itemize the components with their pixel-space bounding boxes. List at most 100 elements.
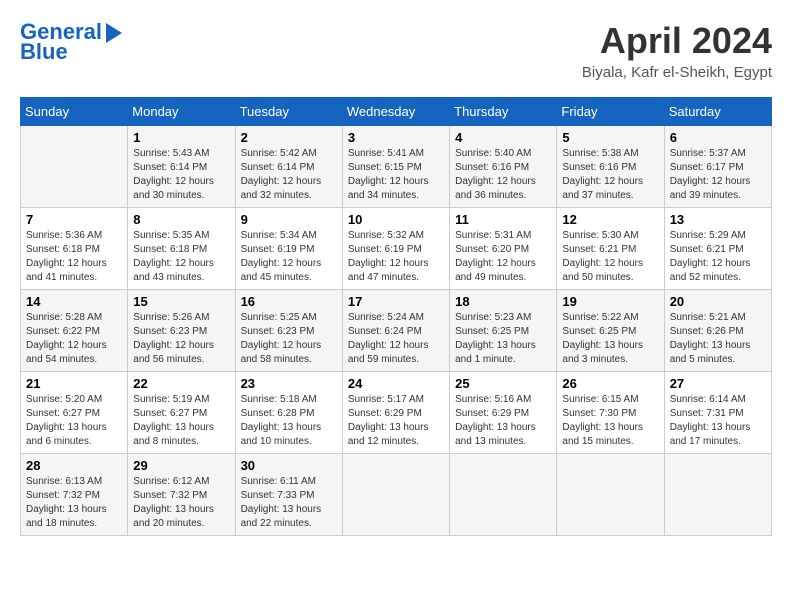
day-number: 1 (133, 130, 229, 145)
calendar-cell: 11 Sunrise: 5:31 AM Sunset: 6:20 PM Dayli… (450, 208, 557, 290)
day-number: 18 (455, 294, 551, 309)
cell-info: Sunrise: 5:26 AM Sunset: 6:23 PM Dayligh… (133, 311, 229, 367)
day-number: 16 (241, 294, 337, 309)
cell-info: Sunrise: 6:15 AM Sunset: 7:30 PM Dayligh… (562, 393, 658, 449)
col-header-friday: Friday (557, 98, 664, 126)
cell-info: Sunrise: 5:37 AM Sunset: 6:17 PM Dayligh… (670, 147, 766, 203)
day-number: 19 (562, 294, 658, 309)
cell-info: Sunrise: 5:40 AM Sunset: 6:16 PM Dayligh… (455, 147, 551, 203)
cell-info: Sunrise: 5:28 AM Sunset: 6:22 PM Dayligh… (26, 311, 122, 367)
logo-text-blue: Blue (20, 40, 68, 64)
day-number: 21 (26, 376, 122, 391)
calendar-table: SundayMondayTuesdayWednesdayThursdayFrid… (20, 97, 772, 536)
calendar-cell: 26 Sunrise: 6:15 AM Sunset: 7:30 PM Dayli… (557, 372, 664, 454)
cell-info: Sunrise: 6:12 AM Sunset: 7:32 PM Dayligh… (133, 475, 229, 531)
cell-info: Sunrise: 6:13 AM Sunset: 7:32 PM Dayligh… (26, 475, 122, 531)
day-number: 17 (348, 294, 444, 309)
calendar-header-row: SundayMondayTuesdayWednesdayThursdayFrid… (21, 98, 772, 126)
cell-info: Sunrise: 5:36 AM Sunset: 6:18 PM Dayligh… (26, 229, 122, 285)
calendar-cell: 12 Sunrise: 5:30 AM Sunset: 6:21 PM Dayli… (557, 208, 664, 290)
col-header-thursday: Thursday (450, 98, 557, 126)
day-number: 30 (241, 458, 337, 473)
day-number: 22 (133, 376, 229, 391)
cell-info: Sunrise: 5:32 AM Sunset: 6:19 PM Dayligh… (348, 229, 444, 285)
calendar-cell: 3 Sunrise: 5:41 AM Sunset: 6:15 PM Daylig… (342, 126, 449, 208)
calendar-cell: 28 Sunrise: 6:13 AM Sunset: 7:32 PM Dayli… (21, 454, 128, 536)
page-header: General Blue April 2024 Biyala, Kafr el-… (20, 20, 772, 81)
day-number: 6 (670, 130, 766, 145)
cell-info: Sunrise: 5:25 AM Sunset: 6:23 PM Dayligh… (241, 311, 337, 367)
calendar-cell: 21 Sunrise: 5:20 AM Sunset: 6:27 PM Dayli… (21, 372, 128, 454)
col-header-tuesday: Tuesday (235, 98, 342, 126)
day-number: 23 (241, 376, 337, 391)
calendar-cell: 8 Sunrise: 5:35 AM Sunset: 6:18 PM Daylig… (128, 208, 235, 290)
calendar-cell: 30 Sunrise: 6:11 AM Sunset: 7:33 PM Dayli… (235, 454, 342, 536)
col-header-monday: Monday (128, 98, 235, 126)
calendar-cell: 9 Sunrise: 5:34 AM Sunset: 6:19 PM Daylig… (235, 208, 342, 290)
day-number: 9 (241, 212, 337, 227)
calendar-cell (342, 454, 449, 536)
calendar-cell (664, 454, 771, 536)
calendar-cell: 24Sunrise: 5:17 AM Sunset: 6:29 PM Dayli… (342, 372, 449, 454)
location-subtitle: Biyala, Kafr el-Sheikh, Egypt (582, 64, 772, 81)
col-header-wednesday: Wednesday (342, 98, 449, 126)
calendar-cell: 14 Sunrise: 5:28 AM Sunset: 6:22 PM Dayli… (21, 290, 128, 372)
cell-info: Sunrise: 5:16 AM Sunset: 6:29 PM Dayligh… (455, 393, 551, 449)
calendar-cell: 10Sunrise: 5:32 AM Sunset: 6:19 PM Dayli… (342, 208, 449, 290)
day-number: 20 (670, 294, 766, 309)
cell-info: Sunrise: 6:14 AM Sunset: 7:31 PM Dayligh… (670, 393, 766, 449)
calendar-cell: 15Sunrise: 5:26 AM Sunset: 6:23 PM Dayli… (128, 290, 235, 372)
title-block: April 2024 Biyala, Kafr el-Sheikh, Egypt (582, 20, 772, 81)
day-number: 24 (348, 376, 444, 391)
calendar-week-row: 28 Sunrise: 6:13 AM Sunset: 7:32 PM Dayli… (21, 454, 772, 536)
calendar-week-row: 21 Sunrise: 5:20 AM Sunset: 6:27 PM Dayli… (21, 372, 772, 454)
day-number: 13 (670, 212, 766, 227)
cell-info: Sunrise: 5:35 AM Sunset: 6:18 PM Dayligh… (133, 229, 229, 285)
calendar-week-row: 14 Sunrise: 5:28 AM Sunset: 6:22 PM Dayli… (21, 290, 772, 372)
calendar-cell (450, 454, 557, 536)
day-number: 2 (241, 130, 337, 145)
cell-info: Sunrise: 5:19 AM Sunset: 6:27 PM Dayligh… (133, 393, 229, 449)
cell-info: Sunrise: 5:30 AM Sunset: 6:21 PM Dayligh… (562, 229, 658, 285)
day-number: 4 (455, 130, 551, 145)
day-number: 25 (455, 376, 551, 391)
day-number: 14 (26, 294, 122, 309)
calendar-cell: 29 Sunrise: 6:12 AM Sunset: 7:32 PM Dayli… (128, 454, 235, 536)
cell-info: Sunrise: 5:20 AM Sunset: 6:27 PM Dayligh… (26, 393, 122, 449)
calendar-cell (557, 454, 664, 536)
calendar-week-row: 1Sunrise: 5:43 AM Sunset: 6:14 PM Daylig… (21, 126, 772, 208)
cell-info: Sunrise: 5:34 AM Sunset: 6:19 PM Dayligh… (241, 229, 337, 285)
day-number: 7 (26, 212, 122, 227)
cell-info: Sunrise: 5:24 AM Sunset: 6:24 PM Dayligh… (348, 311, 444, 367)
cell-info: Sunrise: 5:31 AM Sunset: 6:20 PM Dayligh… (455, 229, 551, 285)
calendar-cell: 7 Sunrise: 5:36 AM Sunset: 6:18 PM Daylig… (21, 208, 128, 290)
day-number: 8 (133, 212, 229, 227)
day-number: 29 (133, 458, 229, 473)
day-number: 12 (562, 212, 658, 227)
month-title: April 2024 (582, 20, 772, 62)
day-number: 3 (348, 130, 444, 145)
cell-info: Sunrise: 5:22 AM Sunset: 6:25 PM Dayligh… (562, 311, 658, 367)
cell-info: Sunrise: 5:41 AM Sunset: 6:15 PM Dayligh… (348, 147, 444, 203)
logo-arrow-icon (106, 23, 122, 43)
calendar-cell: 16 Sunrise: 5:25 AM Sunset: 6:23 PM Dayli… (235, 290, 342, 372)
logo: General Blue (20, 20, 122, 64)
calendar-cell: 5 Sunrise: 5:38 AM Sunset: 6:16 PM Daylig… (557, 126, 664, 208)
day-number: 5 (562, 130, 658, 145)
calendar-cell: 2 Sunrise: 5:42 AM Sunset: 6:14 PM Daylig… (235, 126, 342, 208)
calendar-cell: 23Sunrise: 5:18 AM Sunset: 6:28 PM Dayli… (235, 372, 342, 454)
calendar-cell: 4 Sunrise: 5:40 AM Sunset: 6:16 PM Daylig… (450, 126, 557, 208)
calendar-cell: 27Sunrise: 6:14 AM Sunset: 7:31 PM Dayli… (664, 372, 771, 454)
cell-info: Sunrise: 6:11 AM Sunset: 7:33 PM Dayligh… (241, 475, 337, 531)
calendar-cell (21, 126, 128, 208)
day-number: 28 (26, 458, 122, 473)
day-number: 11 (455, 212, 551, 227)
calendar-cell: 19 Sunrise: 5:22 AM Sunset: 6:25 PM Dayli… (557, 290, 664, 372)
cell-info: Sunrise: 5:42 AM Sunset: 6:14 PM Dayligh… (241, 147, 337, 203)
calendar-cell: 1Sunrise: 5:43 AM Sunset: 6:14 PM Daylig… (128, 126, 235, 208)
calendar-cell: 20Sunrise: 5:21 AM Sunset: 6:26 PM Dayli… (664, 290, 771, 372)
calendar-cell: 25 Sunrise: 5:16 AM Sunset: 6:29 PM Dayli… (450, 372, 557, 454)
calendar-cell: 22 Sunrise: 5:19 AM Sunset: 6:27 PM Dayli… (128, 372, 235, 454)
day-number: 26 (562, 376, 658, 391)
cell-info: Sunrise: 5:38 AM Sunset: 6:16 PM Dayligh… (562, 147, 658, 203)
